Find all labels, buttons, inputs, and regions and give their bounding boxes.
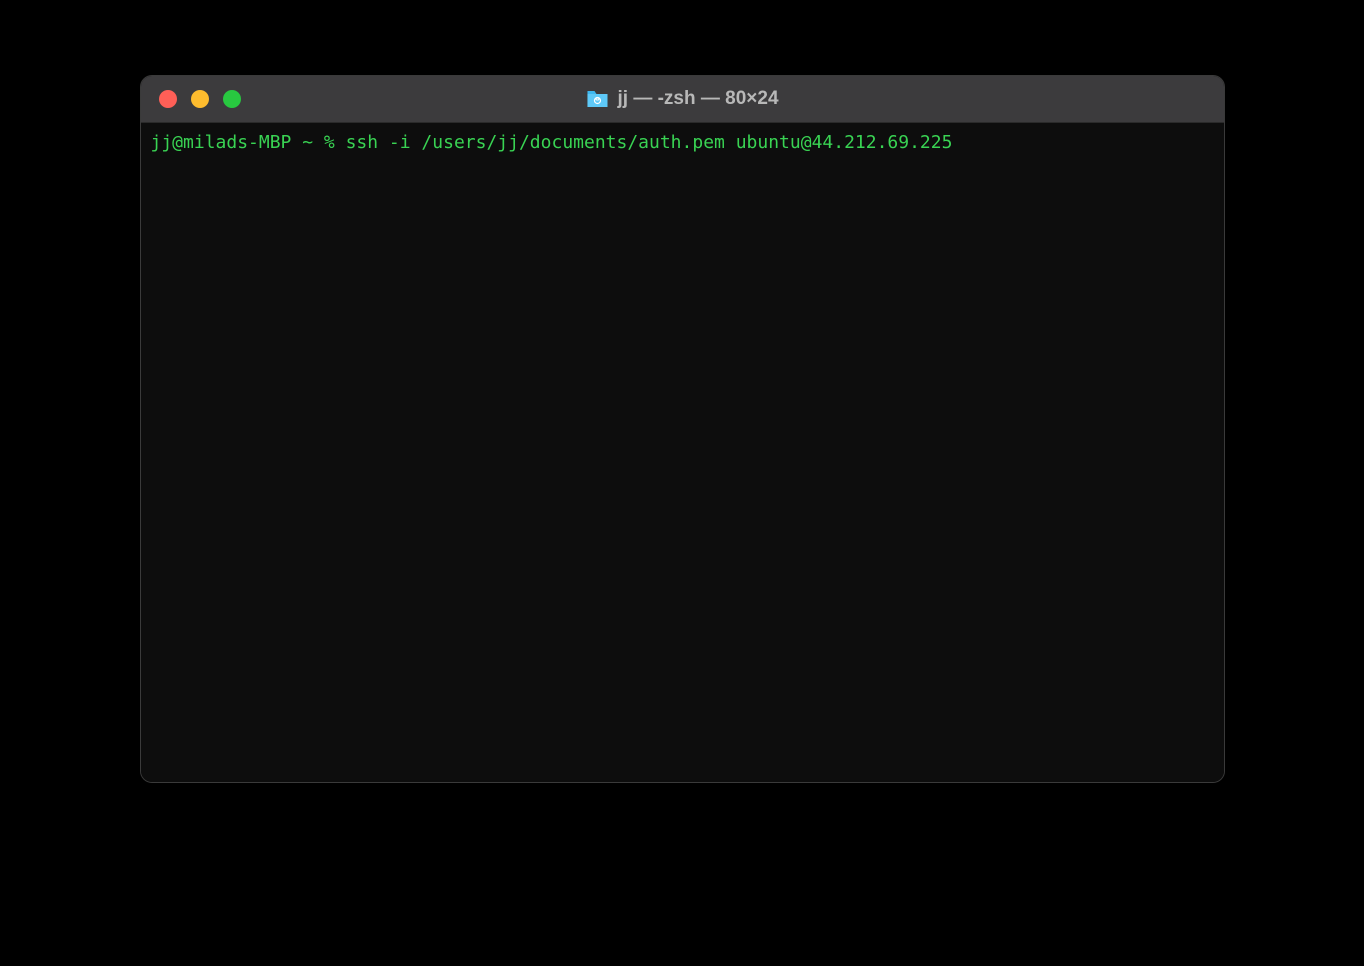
maximize-button[interactable] bbox=[223, 90, 241, 108]
titlebar: jj — -zsh — 80×24 bbox=[141, 76, 1224, 123]
close-button[interactable] bbox=[159, 90, 177, 108]
terminal-line: jj@milads-MBP ~ % ssh -i /users/jj/docum… bbox=[151, 131, 1214, 155]
folder-icon bbox=[585, 89, 609, 109]
terminal-body[interactable]: jj@milads-MBP ~ % ssh -i /users/jj/docum… bbox=[141, 123, 1224, 782]
window-title: jj — -zsh — 80×24 bbox=[617, 88, 778, 110]
traffic-lights bbox=[141, 90, 241, 108]
terminal-window: jj — -zsh — 80×24 jj@milads-MBP ~ % ssh … bbox=[140, 75, 1225, 783]
minimize-button[interactable] bbox=[191, 90, 209, 108]
title-container: jj — -zsh — 80×24 bbox=[585, 88, 778, 110]
shell-prompt: jj@milads-MBP ~ % bbox=[151, 132, 346, 153]
command-text: ssh -i /users/jj/documents/auth.pem ubun… bbox=[346, 132, 953, 153]
